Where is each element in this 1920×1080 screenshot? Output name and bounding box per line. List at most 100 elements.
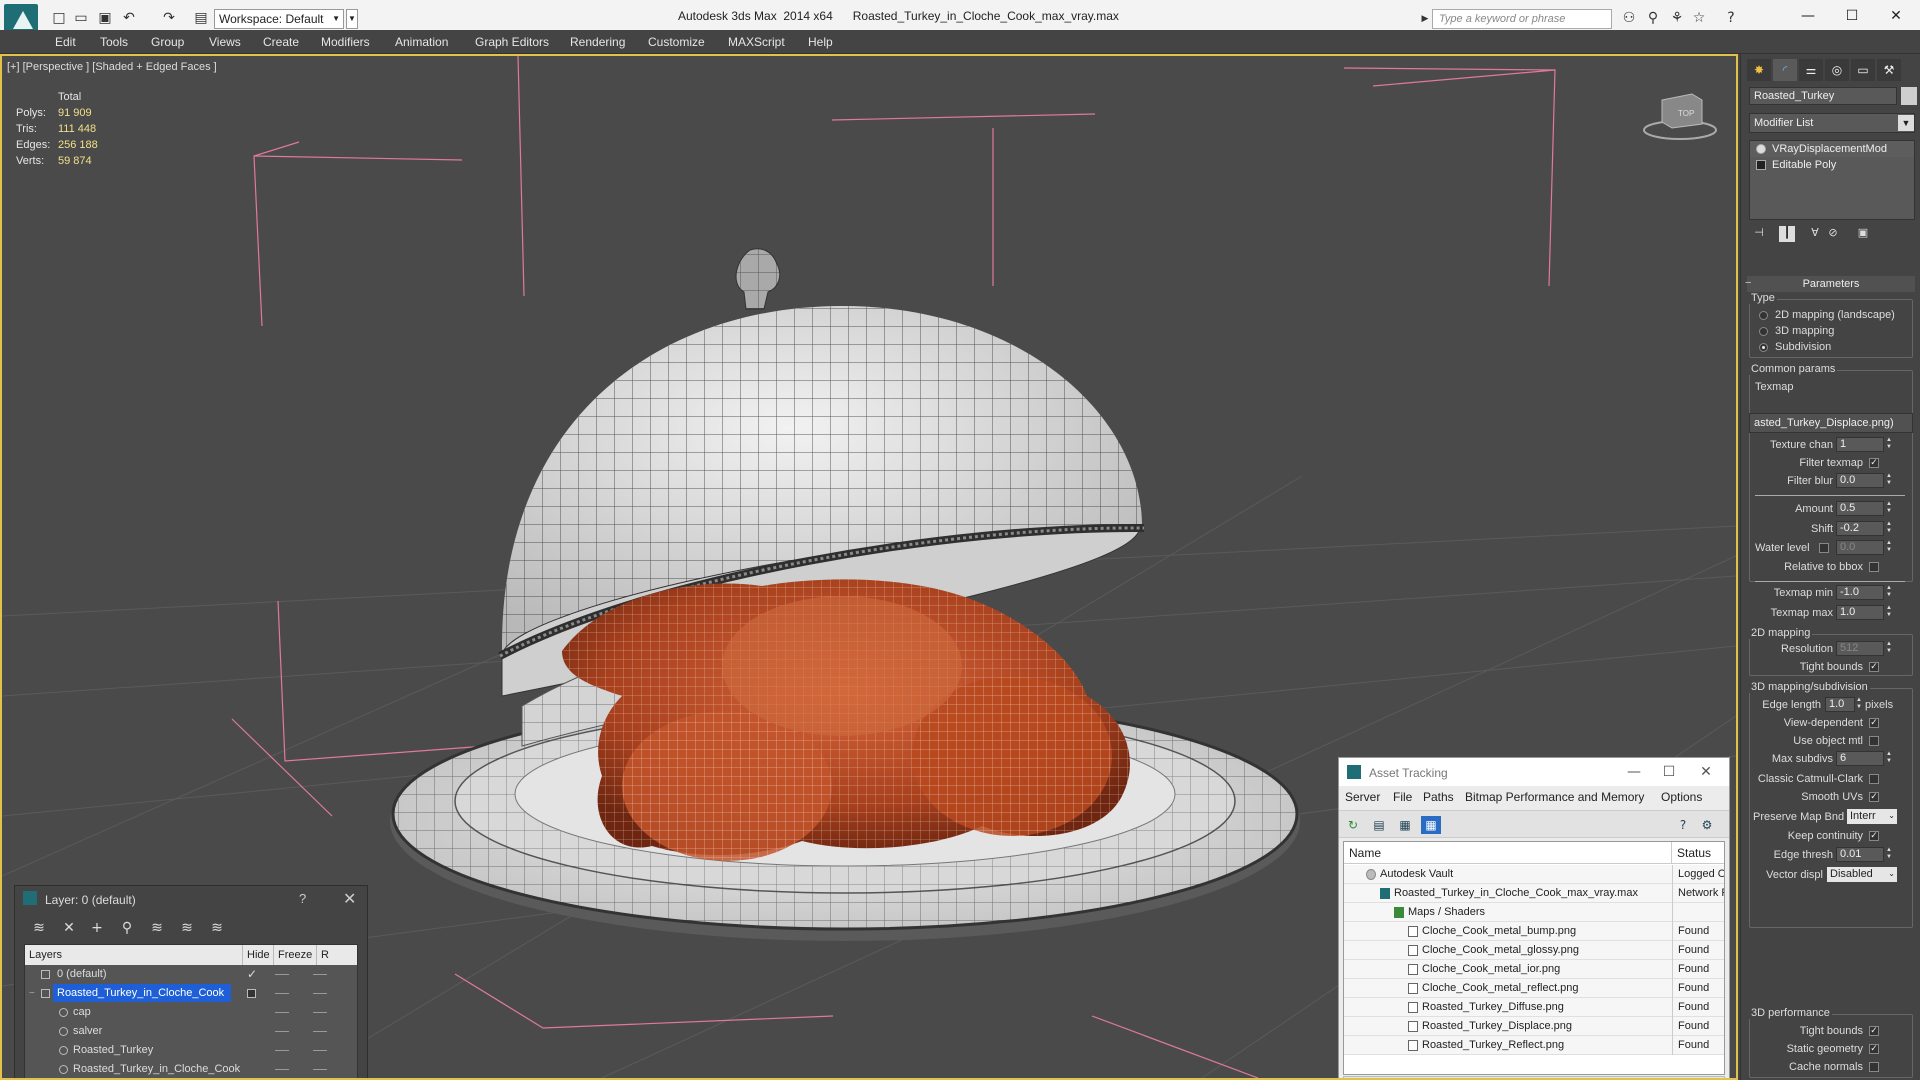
menu-help[interactable]: Help xyxy=(808,35,833,49)
configure-sets-icon[interactable]: ▣ xyxy=(1855,226,1871,242)
modifier-list-dropdown[interactable]: Modifier List ▼ xyxy=(1749,113,1915,133)
table-view-icon[interactable]: ▦ xyxy=(1421,816,1441,834)
asset-row[interactable]: Roasted_Turkey_Diffuse.png Found xyxy=(1344,998,1724,1017)
column-hide[interactable]: Hide xyxy=(243,945,274,965)
asset-menu-server[interactable]: Server xyxy=(1345,790,1380,804)
create-layer-icon[interactable]: ≋ xyxy=(29,919,49,937)
current-layer-icon[interactable] xyxy=(247,989,256,998)
texmap-max-input[interactable]: 1.0 xyxy=(1836,605,1884,620)
hide-all-icon[interactable]: ≋ xyxy=(177,919,197,937)
display-tab-icon[interactable]: ▭ xyxy=(1851,59,1875,81)
spinner-arrows-icon[interactable]: ▲ ▼ xyxy=(1885,641,1893,656)
workspace-dropdown[interactable]: Workspace: Default ▼ xyxy=(214,9,344,29)
layer-row[interactable]: − Roasted_Turkey_in_Cloche_Cook xyxy=(25,984,357,1003)
filter-texmap-checkbox[interactable]: ✓ xyxy=(1869,458,1879,468)
close-icon[interactable]: ✕ xyxy=(1876,5,1916,27)
viewcube[interactable]: TOP xyxy=(1643,93,1717,140)
spinner-arrows-icon[interactable]: ▲ ▼ xyxy=(1885,437,1893,452)
column-layers[interactable]: Layers xyxy=(25,945,243,965)
spinner-arrows-icon[interactable]: ▲ ▼ xyxy=(1885,751,1893,766)
search-expand-icon[interactable]: ▶ xyxy=(1420,11,1430,27)
hide-toggle[interactable] xyxy=(275,1031,289,1032)
freeze-toggle[interactable] xyxy=(313,1012,327,1013)
minimize-icon[interactable]: — xyxy=(1619,762,1649,782)
asset-row[interactable]: Cloche_Cook_metal_ior.png Found xyxy=(1344,960,1724,979)
shift-input[interactable]: -0.2 xyxy=(1836,521,1884,536)
menu-customize[interactable]: Customize xyxy=(648,35,705,49)
perf-tight-bounds-checkbox[interactable]: ✓ xyxy=(1869,1026,1879,1036)
smooth-uvs-checkbox[interactable]: ✓ xyxy=(1869,792,1879,802)
layer-object-row[interactable]: cap xyxy=(25,1003,357,1022)
menu-modifiers[interactable]: Modifiers xyxy=(321,35,370,49)
use-object-mtl-checkbox[interactable] xyxy=(1869,736,1879,746)
favorites-icon[interactable]: ☆ xyxy=(1690,10,1708,26)
spinner-arrows-icon[interactable]: ▲ ▼ xyxy=(1885,585,1893,600)
new-file-icon[interactable]: □ xyxy=(50,10,68,26)
view-dependent-checkbox[interactable]: ✓ xyxy=(1869,718,1879,728)
menu-views[interactable]: Views xyxy=(209,35,241,49)
max-subdivs-input[interactable]: 6 xyxy=(1836,751,1884,766)
perspective-viewport[interactable]: TOP [+] [Perspective] [Shaded + Edged F… xyxy=(0,54,1738,1080)
list-view-icon[interactable]: ▤ xyxy=(1369,816,1389,834)
make-unique-icon[interactable]: ∀ xyxy=(1807,226,1823,242)
keep-continuity-checkbox[interactable]: ✓ xyxy=(1869,831,1879,841)
water-level-input[interactable]: 0.0 xyxy=(1836,540,1884,555)
maximize-icon[interactable]: ☐ xyxy=(1654,762,1684,782)
catmull-clark-checkbox[interactable] xyxy=(1869,774,1879,784)
filter-blur-input[interactable]: 0.0 xyxy=(1836,473,1884,488)
water-level-checkbox[interactable] xyxy=(1819,543,1829,553)
object-name-field[interactable]: Roasted_Turkey xyxy=(1749,87,1897,105)
radio-subdivision[interactable] xyxy=(1759,343,1768,352)
freeze-toggle[interactable] xyxy=(313,1069,327,1070)
binoculars-icon[interactable]: ⚇ xyxy=(1620,10,1638,26)
layer-window-titlebar[interactable]: Layer: 0 (default) ? ✕ xyxy=(15,886,367,912)
pin-stack-icon[interactable]: ⊣ xyxy=(1751,226,1767,242)
asset-menu-paths[interactable]: Paths xyxy=(1423,790,1454,804)
hide-toggle[interactable] xyxy=(275,993,289,994)
texmap-button[interactable]: asted_Turkey_Displace.png) xyxy=(1749,413,1913,433)
asset-row[interactable]: Roasted_Turkey_Displace.png Found xyxy=(1344,1017,1724,1036)
menu-rendering[interactable]: Rendering xyxy=(570,35,625,49)
save-icon[interactable]: ▣ xyxy=(96,10,114,26)
layer-row[interactable]: 0 (default) ✓ xyxy=(25,965,357,984)
freeze-all-icon[interactable]: ≋ xyxy=(207,919,227,937)
close-icon[interactable]: ✕ xyxy=(343,889,356,908)
vector-displ-dropdown[interactable]: Disabled ⌄ xyxy=(1827,867,1897,882)
freeze-toggle[interactable] xyxy=(313,993,327,994)
expand-icon[interactable] xyxy=(1756,160,1766,170)
column-freeze[interactable]: Freeze xyxy=(274,945,317,965)
asset-row[interactable]: Roasted_Turkey_Reflect.png Found xyxy=(1344,1036,1724,1055)
texture-chan-input[interactable]: 1 xyxy=(1836,437,1884,452)
hierarchy-tab-icon[interactable]: ⚌ xyxy=(1799,59,1823,81)
signin-icon[interactable]: ⚘ xyxy=(1668,10,1686,26)
asset-row[interactable]: Roasted_Turkey_in_Cloche_Cook_max_vray.m… xyxy=(1344,884,1724,903)
edge-thresh-input[interactable]: 0.01 xyxy=(1836,847,1884,862)
freeze-toggle[interactable] xyxy=(313,1031,327,1032)
add-to-layer-icon[interactable]: + xyxy=(87,919,107,937)
thumbnail-view-icon[interactable]: ▦ xyxy=(1395,816,1415,834)
hide-toggle[interactable] xyxy=(275,1050,289,1051)
remove-modifier-icon[interactable]: ⊘ xyxy=(1825,226,1841,242)
object-color-swatch[interactable] xyxy=(1901,87,1917,105)
texmap-min-input[interactable]: -1.0 xyxy=(1836,585,1884,600)
spinner-arrows-icon[interactable]: ▲ ▼ xyxy=(1885,501,1893,516)
spinner-arrows-icon[interactable]: ▲ ▼ xyxy=(1885,605,1893,620)
open-file-icon[interactable]: ▭ xyxy=(72,10,90,26)
asset-menu-bitmap[interactable]: Bitmap Performance and Memory xyxy=(1465,790,1644,804)
menu-tools[interactable]: Tools xyxy=(100,35,128,49)
maximize-icon[interactable]: ☐ xyxy=(1832,5,1872,27)
hide-toggle[interactable] xyxy=(275,1012,289,1013)
asset-row[interactable]: Cloche_Cook_metal_bump.png Found xyxy=(1344,922,1724,941)
delete-layer-icon[interactable]: ✕ xyxy=(59,919,79,937)
asset-row[interactable]: Cloche_Cook_metal_glossy.png Found xyxy=(1344,941,1724,960)
asset-menu-file[interactable]: File xyxy=(1393,790,1412,804)
cache-normals-checkbox[interactable] xyxy=(1869,1062,1879,1072)
help-icon[interactable]: ? xyxy=(1722,10,1740,26)
viewport-label[interactable]: [+] [Perspective ] [Shaded + Edged Faces… xyxy=(7,61,217,73)
close-icon[interactable]: ✕ xyxy=(1691,762,1721,782)
create-tab-icon[interactable]: ✸ xyxy=(1747,59,1771,81)
spinner-arrows-icon[interactable]: ▲ ▼ xyxy=(1885,521,1893,536)
column-render[interactable]: R xyxy=(317,945,357,965)
search-input[interactable]: Type a keyword or phrase xyxy=(1432,9,1612,29)
options-help-icon[interactable]: ⚙ xyxy=(1697,816,1717,834)
